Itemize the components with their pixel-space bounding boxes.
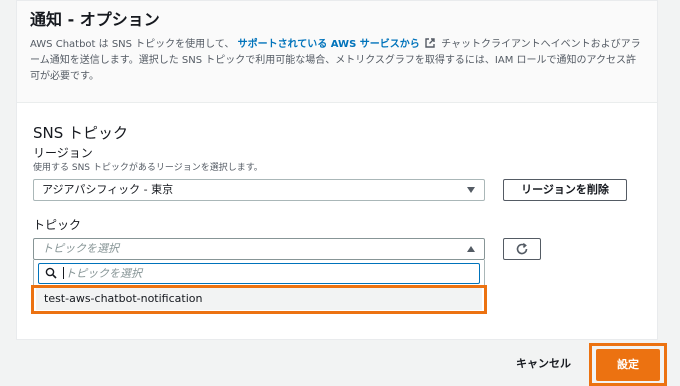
notification-options-page: 通知 - オプション AWS Chatbot は SNS トピックを使用して、 … (0, 0, 680, 386)
sns-topic-section-title: SNS トピック (33, 124, 129, 142)
notification-options-panel: 通知 - オプション AWS Chatbot は SNS トピックを使用して、 … (16, 0, 658, 340)
supported-services-link[interactable]: サポートされている AWS サービスから (238, 39, 420, 50)
configure-button[interactable]: 設定 (596, 349, 660, 381)
topic-option[interactable]: test-aws-chatbot-notification (36, 288, 482, 310)
remove-region-button[interactable]: リージョンを削除 (503, 179, 627, 201)
panel-description: AWS Chatbot は SNS トピックを使用して、 サポートされている A… (30, 37, 644, 85)
cancel-button[interactable]: キャンセル (516, 356, 571, 372)
text-cursor (63, 267, 64, 279)
topic-select[interactable]: トピックを選択 (33, 238, 485, 260)
region-label: リージョン (33, 146, 93, 160)
region-select-value: アジアパシフィック - 東京 (42, 183, 174, 196)
region-hint: 使用する SNS トピックがあるリージョンを選択します。 (33, 163, 263, 173)
search-icon (45, 267, 57, 279)
topic-label: トピック (33, 218, 82, 232)
panel-title: 通知 - オプション (30, 10, 160, 29)
region-select[interactable]: アジアパシフィック - 東京 (33, 179, 485, 201)
description-text-1: AWS Chatbot は SNS トピックを使用して、 (30, 39, 235, 50)
topic-select-placeholder: トピックを選択 (42, 242, 119, 255)
panel-header: 通知 - オプション AWS Chatbot は SNS トピックを使用して、 … (17, 1, 657, 103)
caret-up-icon (467, 246, 475, 252)
caret-down-icon (467, 187, 475, 193)
refresh-icon (516, 242, 528, 255)
topic-filter-placeholder: トピックを選択 (65, 267, 142, 280)
topic-dropdown: トピックを選択 test-aws-chatbot-notification (33, 260, 485, 314)
refresh-topics-button[interactable] (503, 238, 541, 260)
topic-filter-input[interactable]: トピックを選択 (38, 263, 480, 284)
external-link-icon[interactable] (425, 38, 435, 48)
